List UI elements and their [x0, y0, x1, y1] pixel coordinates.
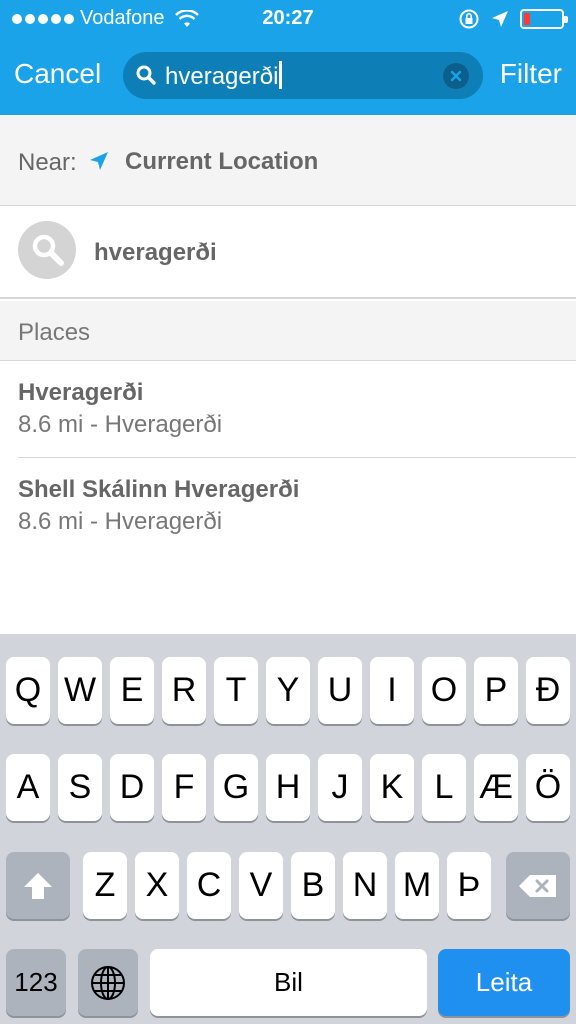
keyboard: Q W E R T Y U I O P Ð A S D F G H J K L …: [0, 634, 576, 1024]
filter-button[interactable]: Filter: [500, 58, 562, 90]
text-caret: [279, 61, 283, 89]
near-location-value: Current Location: [125, 148, 319, 175]
section-title: Places: [18, 319, 91, 346]
key-ae[interactable]: Æ: [474, 754, 518, 821]
search-input[interactable]: hveragerði: [165, 61, 283, 91]
search-field[interactable]: hveragerði: [123, 52, 483, 99]
search-suggestion-row[interactable]: hveragerði: [0, 206, 576, 299]
location-arrow-icon: [492, 11, 508, 27]
key-l[interactable]: L: [422, 754, 466, 821]
nav-bar: Cancel hveragerði Filter: [0, 38, 576, 115]
key-i[interactable]: I: [370, 657, 414, 724]
status-bar: Vodafone 20:27: [0, 0, 576, 38]
rotation-lock-icon: [459, 9, 479, 29]
search-go-key[interactable]: Leita: [438, 949, 570, 1016]
key-d[interactable]: D: [110, 754, 154, 821]
clear-icon: [450, 70, 462, 82]
cancel-button[interactable]: Cancel: [14, 58, 101, 90]
key-q[interactable]: Q: [6, 657, 50, 724]
section-header-places: Places: [0, 301, 576, 361]
search-icon: [32, 234, 64, 266]
place-name: Shell Skálinn Hveragerði: [18, 476, 300, 503]
near-location-row[interactable]: Near: Current Location: [0, 115, 576, 206]
place-result-row[interactable]: Shell Skálinn Hveragerði 8.6 mi - Hverag…: [0, 458, 576, 555]
key-a[interactable]: A: [6, 754, 50, 821]
key-r[interactable]: R: [162, 657, 206, 724]
shift-key[interactable]: [6, 852, 70, 919]
key-p[interactable]: P: [474, 657, 518, 724]
clear-search-button[interactable]: [443, 63, 469, 89]
key-thorn[interactable]: Þ: [447, 852, 491, 919]
key-o-umlaut[interactable]: Ö: [526, 754, 570, 821]
place-result-row[interactable]: Hveragerði 8.6 mi - Hveragerði: [0, 361, 576, 458]
key-o[interactable]: O: [422, 657, 466, 724]
key-h[interactable]: H: [266, 754, 310, 821]
search-suggestion-text: hveragerði: [94, 239, 217, 266]
backspace-key[interactable]: [506, 852, 570, 919]
battery-icon: [520, 9, 568, 29]
search-suggestion-avatar: [18, 221, 76, 279]
key-j[interactable]: J: [318, 754, 362, 821]
key-x[interactable]: X: [135, 852, 179, 919]
key-k[interactable]: K: [370, 754, 414, 821]
key-c[interactable]: C: [187, 852, 231, 919]
backspace-icon: [519, 874, 556, 897]
place-name: Hveragerði: [18, 379, 144, 406]
place-detail: 8.6 mi - Hveragerði: [18, 411, 223, 438]
key-t[interactable]: T: [214, 657, 258, 724]
search-value: hveragerði: [165, 63, 279, 90]
key-z[interactable]: Z: [83, 852, 127, 919]
key-e[interactable]: E: [110, 657, 154, 724]
key-eth[interactable]: Ð: [526, 657, 570, 724]
key-w[interactable]: W: [58, 657, 102, 724]
key-y[interactable]: Y: [266, 657, 310, 724]
numbers-key[interactable]: 123: [6, 949, 66, 1016]
globe-icon: [91, 965, 125, 1000]
key-n[interactable]: N: [343, 852, 387, 919]
space-key[interactable]: Bil: [150, 949, 427, 1016]
near-label: Near:: [18, 149, 77, 176]
status-right: [458, 8, 568, 30]
globe-key[interactable]: [78, 949, 138, 1016]
key-g[interactable]: G: [214, 754, 258, 821]
search-icon: [136, 65, 156, 85]
location-arrow-icon: [90, 152, 108, 170]
key-s[interactable]: S: [58, 754, 102, 821]
place-detail: 8.6 mi - Hveragerði: [18, 508, 223, 535]
key-f[interactable]: F: [162, 754, 206, 821]
shift-icon: [24, 872, 52, 899]
header: Vodafone 20:27 Cancel hveragerði Filter: [0, 0, 576, 115]
key-b[interactable]: B: [291, 852, 335, 919]
key-u[interactable]: U: [318, 657, 362, 724]
key-m[interactable]: M: [395, 852, 439, 919]
key-v[interactable]: V: [239, 852, 283, 919]
